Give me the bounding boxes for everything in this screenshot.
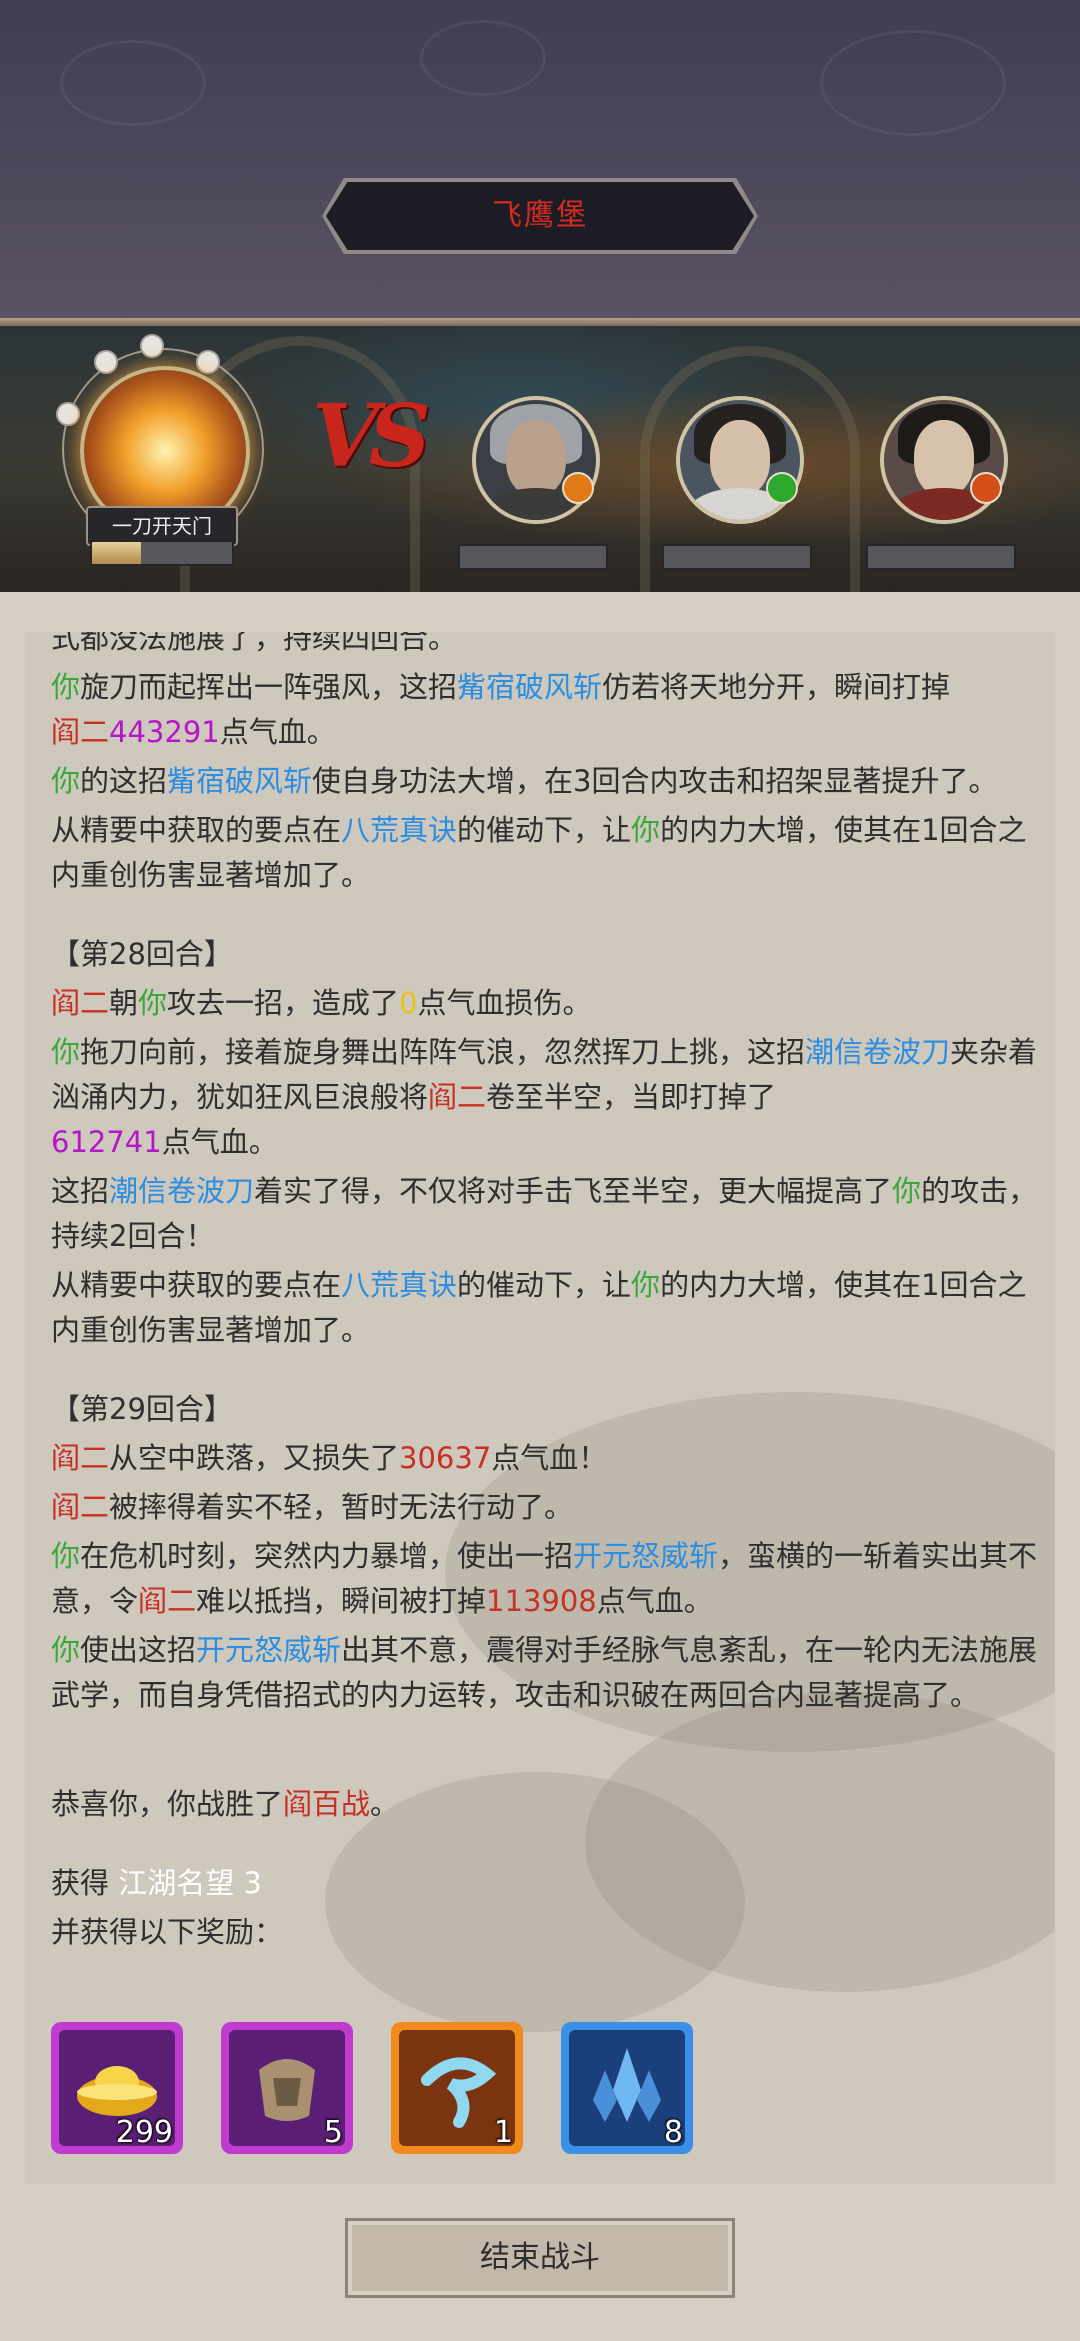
reward-crystal[interactable]: 8 (561, 2022, 693, 2154)
enemy-portrait[interactable] (880, 396, 1008, 524)
victory-message: 恭喜你，你战胜了阎百战。 (51, 1787, 400, 1821)
cloud-pattern (60, 40, 206, 126)
log-line: 你拖刀向前，接着旋身舞出阵阵气浪，忽然挥刀上挑，这招潮信卷波刀夹杂着汹涌内力，犹… (51, 1035, 1038, 1159)
log-line: 这招潮信卷波刀着实了得，不仅将对手击飞至半空，更大幅提高了你的攻击，持续2回合！ (51, 1174, 1038, 1253)
reward-count: 1 (493, 2115, 513, 2150)
location-title: 飞鹰堡 (492, 198, 588, 233)
battle-banner: 一刀开天门 VS (0, 326, 1080, 592)
enemy-hp-bar (662, 544, 812, 570)
log-line: 从精要中获取的要点在八荒真诀的催动下，让你的内力大增，使其在1回合之内重创伤害显… (51, 813, 1027, 892)
round-header: 【第28回合】 (51, 937, 233, 971)
reward-token[interactable]: 5 (221, 2022, 353, 2154)
log-line: 阎二从空中跌落，又损失了30637点气血！ (51, 1441, 608, 1475)
log-line: 从精要中获取的要点在八荒真诀的催动下，让你的内力大增，使其在1回合之内重创伤害显… (51, 1268, 1027, 1347)
round-header: 【第29回合】 (51, 1392, 233, 1426)
orb-icon (140, 334, 164, 358)
orb-icon (56, 402, 80, 426)
log-line: 阎二被摔得着实不轻，暂时无法行动了。 (51, 1490, 574, 1524)
rewards-row: 299 5 1 8 (51, 2022, 751, 2162)
fire-badge-icon (562, 472, 594, 504)
cloud-pattern (420, 20, 546, 96)
enemy-face (506, 420, 566, 496)
enemy-face (914, 420, 974, 496)
end-battle-button[interactable]: 结束战斗 (345, 2218, 735, 2298)
header-background: 飞鹰堡 (0, 0, 1080, 320)
log-line: 你的这招觜宿破风斩使自身功法大增，在3回合内攻击和招架显著提升了。 (51, 764, 998, 798)
enemy-portrait[interactable] (676, 396, 804, 524)
orb-icon (196, 350, 220, 374)
sword-badge-icon (766, 472, 798, 504)
cloud-pattern (820, 30, 1006, 136)
player-hp-bar (90, 540, 234, 566)
orb-icon (94, 350, 118, 374)
reward-swirl[interactable]: 1 (391, 2022, 523, 2154)
rewards-title: 并获得以下奖励： (51, 1915, 284, 1949)
log-line: 式都没法施展了，持续四回合。 (51, 632, 458, 655)
reward-count: 5 (323, 2115, 343, 2150)
fire-badge-icon (970, 472, 1002, 504)
header-divider (0, 318, 1080, 326)
log-line: 你旋刀而起挥出一阵强风，这招觜宿破风斩仿若将天地分开，瞬间打掉 阎二443291点… (51, 670, 951, 749)
log-line: 你在危机时刻，突然内力暴增，使出一招开元怒威斩，蛮横的一斩着实出其不意，令阎二难… (51, 1539, 1038, 1618)
vs-icon: VS (312, 386, 431, 487)
reward-count: 8 (663, 2115, 683, 2150)
enemy-hp-bar (866, 544, 1016, 570)
log-line: 阎二朝你攻去一招，造成了0点气血损伤。 (51, 986, 592, 1020)
battle-log-panel[interactable]: 式都没法施展了，持续四回合。 你旋刀而起挥出一阵强风，这招觜宿破风斩仿若将天地分… (25, 632, 1055, 2184)
enemy-face (710, 420, 770, 496)
enemy-portrait[interactable] (472, 396, 600, 524)
reputation-gain: 获得 江湖名望 3 (51, 1866, 262, 1900)
enemy-hp-bar (458, 544, 608, 570)
player-hp-fill (92, 542, 141, 564)
reward-gold-ingot[interactable]: 299 (51, 2022, 183, 2154)
battle-log: 式都没法施展了，持续四回合。 你旋刀而起挥出一阵强风，这招觜宿破风斩仿若将天地分… (51, 632, 1049, 1959)
reward-count: 299 (115, 2115, 173, 2150)
log-line: 你使出这招开元怒威斩出其不意，震得对手经脉气息紊乱，在一轮内无法施展武学，而自身… (51, 1633, 1038, 1712)
